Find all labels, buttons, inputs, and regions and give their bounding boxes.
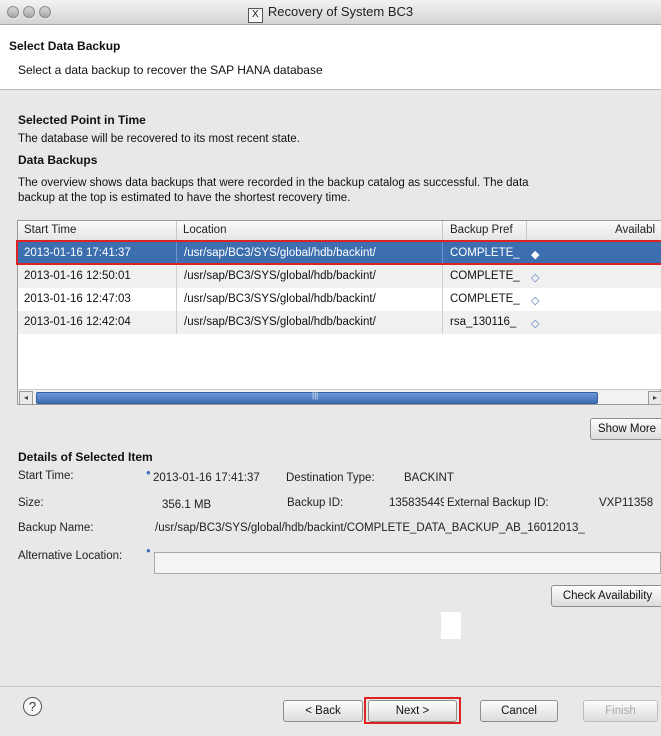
data-backups-text-2: backup at the top is estimated to have t… <box>18 192 351 204</box>
scroll-left-arrow-icon[interactable]: ◂ <box>19 391 33 405</box>
blank-area <box>441 612 461 639</box>
show-more-button[interactable]: Show More <box>590 418 661 440</box>
alternative-location-label: Alternative Location: <box>18 550 123 562</box>
point-in-time-title: Selected Point in Time <box>18 113 146 127</box>
check-availability-button[interactable]: Check Availability <box>551 585 661 607</box>
cell-start-time: 2013-01-16 12:50:01 <box>24 270 131 282</box>
page-description: Select a data backup to recover the SAP … <box>18 63 323 77</box>
cell-start-time: 2013-01-16 12:42:04 <box>24 316 131 328</box>
backup-id-value: 135835449 <box>389 497 444 509</box>
finish-button[interactable]: Finish <box>583 700 658 722</box>
window-title-text: Recovery of System BC3 <box>267 4 414 19</box>
scrollbar-thumb[interactable]: ||| <box>36 391 598 404</box>
x11-app-icon: X <box>247 8 263 23</box>
cell-location: /usr/sap/BC3/SYS/global/hdb/backint/ <box>184 270 376 282</box>
cell-location: /usr/sap/BC3/SYS/global/hdb/backint/ <box>184 293 376 305</box>
point-in-time-text: The database will be recovered to its mo… <box>18 133 300 145</box>
size-label: Size: <box>18 497 44 509</box>
cell-location: /usr/sap/BC3/SYS/global/hdb/backint/ <box>184 316 376 328</box>
data-backups-title: Data Backups <box>18 153 98 167</box>
window-title: X Recovery of System BC3 <box>0 4 661 23</box>
availability-diamond-icon: ◇ <box>531 295 540 307</box>
table-header: Start Time Location Backup Pref Availabl <box>18 221 661 242</box>
wizard-header: Select Data Backup Select a data backup … <box>0 25 661 90</box>
backup-name-value: /usr/sap/BC3/SYS/global/hdb/backint/COMP… <box>155 522 585 534</box>
info-icon: ● <box>146 546 151 555</box>
availability-diamond-icon: ◇ <box>531 272 540 284</box>
scroll-right-arrow-icon[interactable]: ▸ <box>648 391 661 405</box>
column-header-available[interactable]: Availabl <box>615 224 655 236</box>
window-titlebar: X Recovery of System BC3 <box>0 0 661 25</box>
cell-backup-prefix: COMPLETE_ <box>450 270 520 282</box>
table-row[interactable]: 2013-01-16 12:42:04 /usr/sap/BC3/SYS/glo… <box>18 311 661 334</box>
backup-name-label: Backup Name: <box>18 522 94 534</box>
cell-backup-prefix: COMPLETE_ <box>450 293 520 305</box>
cell-backup-prefix: rsa_130116_ <box>450 316 517 328</box>
selected-row-highlight <box>16 240 661 265</box>
start-time-label: Start Time: <box>18 470 74 482</box>
table-row[interactable]: 2013-01-16 12:50:01 /usr/sap/BC3/SYS/glo… <box>18 265 661 288</box>
column-header-location[interactable]: Location <box>183 224 226 236</box>
cell-start-time: 2013-01-16 12:47:03 <box>24 293 131 305</box>
column-header-backup-prefix[interactable]: Backup Pref <box>450 224 513 236</box>
details-title: Details of Selected Item <box>18 450 153 464</box>
availability-diamond-icon: ◇ <box>531 318 540 330</box>
data-backups-text-1: The overview shows data backups that wer… <box>18 177 529 189</box>
destination-type-label: Destination Type: <box>286 472 375 484</box>
back-button[interactable]: < Back <box>283 700 363 722</box>
backup-id-label: Backup ID: <box>287 497 344 509</box>
start-time-value: 2013-01-16 17:41:37 <box>153 472 260 484</box>
cancel-button[interactable]: Cancel <box>480 700 558 722</box>
page-title: Select Data Backup <box>9 39 121 53</box>
column-header-start-time[interactable]: Start Time <box>24 224 76 236</box>
destination-type-value: BACKINT <box>404 472 454 484</box>
table-horizontal-scrollbar[interactable]: ◂ ||| ▸ <box>17 389 661 405</box>
external-backup-id-value: VXP11358 <box>599 497 654 509</box>
next-button-highlight <box>364 697 461 724</box>
info-icon: ● <box>146 468 151 477</box>
table-row[interactable]: 2013-01-16 12:47:03 /usr/sap/BC3/SYS/glo… <box>18 288 661 311</box>
size-value: 356.1 MB <box>162 499 212 511</box>
external-backup-id-label: External Backup ID: <box>447 497 549 509</box>
help-icon[interactable]: ? <box>23 697 42 716</box>
footer-separator <box>0 686 661 687</box>
alternative-location-input[interactable] <box>154 552 661 574</box>
